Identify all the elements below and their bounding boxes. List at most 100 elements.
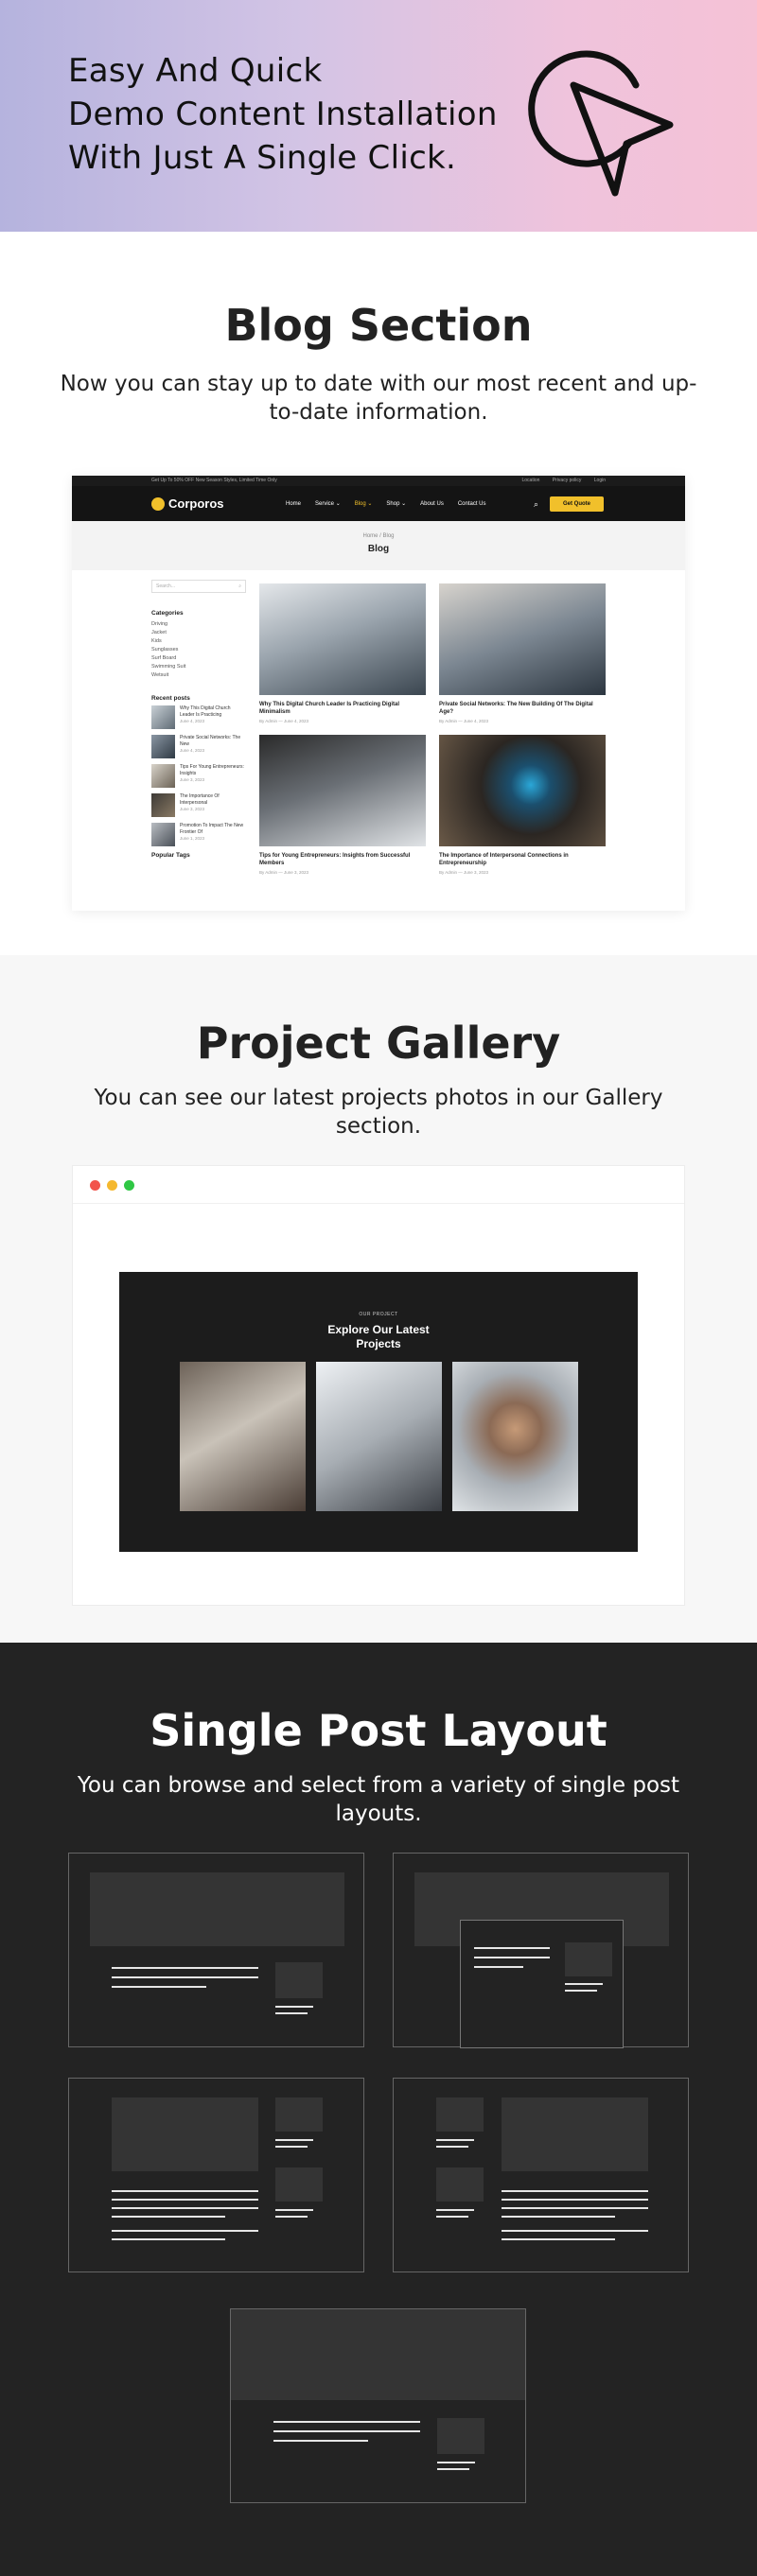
topbar-link-login[interactable]: Login <box>594 478 606 483</box>
recent-post-thumbnail <box>151 735 175 758</box>
cursor-click-icon <box>528 50 674 197</box>
layout-featured-image <box>112 2097 258 2171</box>
search-icon[interactable]: ⌕ <box>534 499 538 510</box>
nav-item-shop[interactable]: Shop ⌄ <box>386 500 406 507</box>
layout-option-2[interactable] <box>393 1853 689 2048</box>
search-icon[interactable]: ⌕ <box>238 583 241 589</box>
post-title[interactable]: The Importance of Interpersonal Connecti… <box>439 853 606 867</box>
recent-post-item[interactable]: The Importance Of Interpersonal June 3, 2… <box>151 793 246 817</box>
recent-post-date: June 4, 2023 <box>180 748 205 753</box>
blog-section-subtitle: Now you can stay up to date with our mos… <box>60 372 697 425</box>
category-link[interactable]: Kids <box>151 637 246 646</box>
recent-post-item[interactable]: Private Social Networks: The New June 4, … <box>151 735 246 758</box>
window-maximize-icon[interactable] <box>124 1180 134 1191</box>
gallery-photo[interactable] <box>452 1362 578 1511</box>
layout-text-line <box>112 1986 206 1988</box>
layout-option-1[interactable] <box>68 1853 364 2047</box>
post-card[interactable]: Private Social Networks: The New Buildin… <box>439 583 606 723</box>
post-image <box>259 583 426 695</box>
post-card[interactable]: The Importance of Interpersonal Connecti… <box>439 735 606 875</box>
blog-body: Search... ⌕ Categories Driving Jacket Ki… <box>72 570 685 911</box>
nav-item-contact[interactable]: Contact Us <box>458 501 486 507</box>
layout-text-line <box>273 2421 420 2423</box>
get-quote-button[interactable]: Get Quote <box>549 496 604 512</box>
blog-sidebar: Search... ⌕ Categories Driving Jacket Ki… <box>151 580 246 862</box>
recent-post-thumbnail <box>151 793 175 817</box>
sidebar-search-input[interactable]: Search... ⌕ <box>151 580 246 593</box>
layout-sidebar-block <box>565 1942 612 1976</box>
blog-section-title: Blog Section <box>224 300 533 351</box>
recent-post-thumbnail <box>151 705 175 729</box>
layout-text-line <box>273 2430 420 2432</box>
layout-text-line <box>502 2190 648 2192</box>
recent-post-title: The Importance Of Interpersonal <box>180 793 220 806</box>
recent-post-item[interactable]: Promotion To Impact The New Frontier Of J… <box>151 823 246 846</box>
hero-banner: Easy And Quick Demo Content Installation… <box>0 0 757 232</box>
window-close-icon[interactable] <box>90 1180 100 1191</box>
breadcrumb[interactable]: Home / Blog <box>72 533 685 539</box>
main-nav: Home Service ⌄ Blog ⌄ Shop ⌄ About Us Co… <box>286 486 501 521</box>
layout-text-line <box>502 2230 648 2232</box>
layout-text-line <box>502 2216 615 2218</box>
post-meta: By Admin — June 3, 2023 <box>439 870 489 875</box>
category-link[interactable]: Jacket <box>151 629 246 637</box>
post-image <box>259 735 426 846</box>
category-link[interactable]: Sunglasses <box>151 646 246 654</box>
recent-post-item[interactable]: Tips For Young Entrepreneurs: Insights Ju… <box>151 764 246 788</box>
gallery-section: Project Gallery You can see our latest p… <box>0 955 757 1643</box>
layout-text-line <box>275 2209 313 2211</box>
layout-text-line <box>112 2199 258 2201</box>
logo-text: Corporos <box>168 496 224 511</box>
layout-text-line <box>112 2230 258 2232</box>
post-card[interactable]: Why This Digital Church Leader Is Practi… <box>259 583 426 723</box>
layout-text-line <box>436 2216 468 2218</box>
category-link[interactable]: Surf Board <box>151 654 246 663</box>
gallery-section-title: Project Gallery <box>196 1018 561 1069</box>
layout-text-line <box>112 2216 225 2218</box>
layout-option-5[interactable] <box>230 2308 526 2503</box>
post-card[interactable]: Tips for Young Entrepreneurs: Insights f… <box>259 735 426 875</box>
nav-item-service[interactable]: Service ⌄ <box>315 500 341 507</box>
post-meta: By Admin — June 3, 2023 <box>259 870 309 875</box>
layout-text-line <box>275 2146 308 2148</box>
recent-post-thumbnail <box>151 764 175 788</box>
project-gallery-panel: OUR PROJECT Explore Our Latest Projects <box>119 1272 638 1552</box>
gallery-photo[interactable] <box>316 1362 442 1511</box>
category-link[interactable]: Driving <box>151 620 246 629</box>
topbar-promo: Get Up To 50% OFF New Season Styles, Lim… <box>151 478 277 483</box>
recent-post-title: Why This Digital Church Leader Is Practi… <box>180 705 231 718</box>
layout-sidebar-block <box>436 2167 484 2202</box>
recent-posts-title: Recent posts <box>151 695 190 702</box>
page-title: Blog <box>367 544 390 554</box>
post-meta: By Admin — June 4, 2023 <box>439 719 489 723</box>
post-title[interactable]: Why This Digital Church Leader Is Practi… <box>259 702 426 716</box>
layout-featured-image <box>90 1872 344 1946</box>
layout-featured-image <box>502 2097 648 2171</box>
category-link[interactable]: Wetsuit <box>151 671 246 680</box>
layout-sidebar-block <box>437 2418 484 2454</box>
layout-option-4[interactable] <box>393 2078 689 2272</box>
hero-title-line: With Just A Single Click. <box>68 139 457 177</box>
layout-text-line <box>565 1990 597 1992</box>
layout-text-line <box>112 1976 258 1978</box>
post-title[interactable]: Tips for Young Entrepreneurs: Insights f… <box>259 853 426 867</box>
layout-text-line <box>502 2199 648 2201</box>
topbar-link-location[interactable]: Location <box>522 478 540 483</box>
layout-option-3[interactable] <box>68 2078 364 2272</box>
gallery-photo[interactable] <box>180 1362 306 1511</box>
post-title[interactable]: Private Social Networks: The New Buildin… <box>439 702 606 716</box>
category-link[interactable]: Swimming Suit <box>151 663 246 671</box>
categories-title: Categories <box>151 610 184 617</box>
recent-post-item[interactable]: Why This Digital Church Leader Is Practi… <box>151 705 246 729</box>
post-image <box>439 735 606 846</box>
logo[interactable]: Corporos <box>151 496 224 511</box>
nav-item-home[interactable]: Home <box>286 501 301 507</box>
layout-text-line <box>474 1966 523 1968</box>
window-minimize-icon[interactable] <box>107 1180 117 1191</box>
layout-text-line <box>273 2440 368 2442</box>
nav-item-blog[interactable]: Blog ⌄ <box>355 500 373 507</box>
topbar-link-privacy[interactable]: Privacy policy <box>553 478 582 483</box>
nav-item-about[interactable]: About Us <box>420 501 444 507</box>
popular-tags-title: Popular Tags <box>151 852 190 859</box>
blog-section: Blog Section Now you can stay up to date… <box>0 232 757 955</box>
